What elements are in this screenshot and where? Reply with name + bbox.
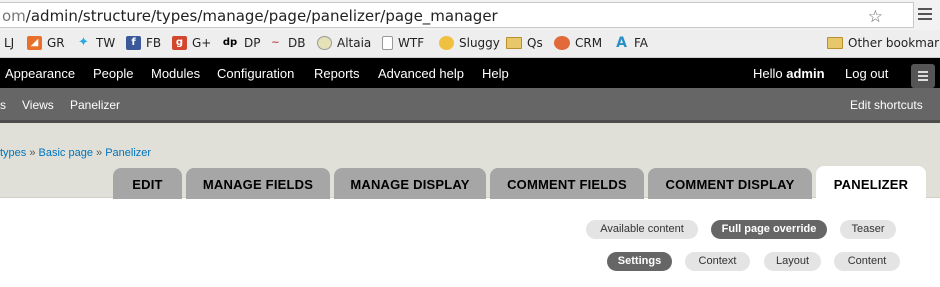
url-text: om/admin/structure/types/manage/page/pan… [2, 7, 498, 25]
tab-edit[interactable]: EDIT [113, 168, 182, 199]
view-mode-teaser[interactable]: Teaser [840, 220, 896, 239]
bookmark-fb[interactable]: f FB [126, 36, 161, 50]
db-icon: ~ [271, 37, 280, 48]
bookmark-lj[interactable]: LJ [4, 36, 14, 50]
toolbar-item-advanced-help[interactable]: Advanced help [378, 66, 464, 81]
toolbar-item-help[interactable]: Help [482, 66, 509, 81]
google-plus-icon: g [172, 36, 187, 50]
bookmark-altaia[interactable]: Altaia [317, 36, 371, 50]
bookmarks-bar: LJ ◢ GR ✦ TW f FB g G+ dp DP ~ DB Altaia… [0, 30, 940, 58]
tab-panelizer[interactable]: PANELIZER [816, 166, 926, 199]
bookmark-tw[interactable]: ✦ TW [76, 35, 116, 51]
crm-icon [554, 36, 570, 50]
sluggy-icon [439, 36, 454, 50]
bookmark-label: GR [47, 36, 65, 50]
username[interactable]: admin [786, 66, 824, 81]
fa-icon: A [616, 35, 627, 51]
subtab-content[interactable]: Content [834, 252, 900, 271]
tab-manage-display[interactable]: MANAGE DISPLAY [334, 168, 486, 199]
subtab-context[interactable]: Context [685, 252, 750, 271]
bookmark-sluggy[interactable]: Sluggy [439, 36, 500, 50]
address-bar-region: om/admin/structure/types/manage/page/pan… [0, 0, 940, 30]
url-field[interactable]: om/admin/structure/types/manage/page/pan… [0, 2, 914, 28]
shortcut-item-partial[interactable]: s [0, 98, 6, 112]
dp-icon: dp [222, 37, 238, 48]
tab-manage-fields[interactable]: MANAGE FIELDS [186, 168, 330, 199]
tab-comment-fields[interactable]: COMMENT FIELDS [490, 168, 644, 199]
facebook-icon: f [126, 36, 141, 50]
bookmark-fa[interactable]: A FA [614, 36, 648, 50]
view-mode-full-page-override[interactable]: Full page override [711, 220, 827, 239]
breadcrumb: types » Basic page » Panelizer [0, 147, 151, 159]
subtab-layout[interactable]: Layout [764, 252, 821, 271]
bookmark-gr[interactable]: ◢ GR [27, 36, 65, 50]
bookmark-label: DB [288, 36, 306, 50]
subtab-settings[interactable]: Settings [607, 252, 672, 271]
breadcrumb-item-types[interactable]: types [0, 147, 26, 159]
toolbar-item-configuration[interactable]: Configuration [217, 66, 294, 81]
bookmark-gplus[interactable]: g G+ [172, 36, 211, 50]
google-reader-icon: ◢ [27, 36, 42, 50]
bookmark-label: FA [634, 36, 649, 50]
bookmark-label: LJ [4, 36, 15, 50]
globe-icon [317, 36, 332, 50]
folder-icon [827, 37, 843, 49]
bookmark-qs[interactable]: Qs [506, 36, 543, 50]
shortcut-item-panelizer[interactable]: Panelizer [70, 98, 120, 112]
breadcrumb-item-panelizer[interactable]: Panelizer [105, 147, 151, 159]
bookmark-label: WTF [398, 36, 425, 50]
other-bookmarks[interactable]: Other bookmarks [827, 36, 940, 50]
view-mode-available-content[interactable]: Available content [586, 220, 698, 239]
page-icon [382, 36, 393, 50]
bookmark-label: G+ [192, 36, 212, 50]
bookmark-label: Altaia [337, 36, 372, 50]
shortcuts-bar [0, 88, 940, 123]
toolbar-item-modules[interactable]: Modules [151, 66, 200, 81]
folder-icon [506, 37, 522, 49]
edit-shortcuts-link[interactable]: Edit shortcuts [850, 98, 923, 112]
other-bookmarks-label: Other bookmarks [848, 36, 940, 50]
toolbar-item-reports[interactable]: Reports [314, 66, 360, 81]
breadcrumb-separator: » [26, 147, 39, 159]
user-greeting: Hello admin [753, 66, 825, 81]
bookmark-star-icon[interactable]: ☆ [868, 7, 883, 27]
bookmark-db[interactable]: ~ DB [268, 36, 305, 50]
shortcut-item-views[interactable]: Views [22, 98, 54, 112]
toolbar-item-appearance[interactable]: Appearance [5, 66, 75, 81]
bookmark-label: FB [146, 36, 162, 50]
url-path: /admin/structure/types/manage/page/panel… [25, 7, 498, 25]
toolbar-toggle-icon[interactable] [911, 64, 935, 88]
bookmark-label: TW [96, 36, 116, 50]
toolbar-item-people[interactable]: People [93, 66, 133, 81]
bookmark-wtf[interactable]: WTF [382, 36, 424, 50]
breadcrumb-item-basic-page[interactable]: Basic page [39, 147, 93, 159]
tab-comment-display[interactable]: COMMENT DISPLAY [648, 168, 812, 199]
bookmark-label: DP [244, 36, 261, 50]
bookmark-label: Sluggy [459, 36, 500, 50]
hello-text: Hello [753, 66, 787, 81]
breadcrumb-separator: » [92, 147, 106, 159]
url-host: om [2, 7, 26, 25]
bookmark-label: Qs [527, 36, 543, 50]
bookmark-label: CRM [575, 36, 603, 50]
twitter-icon: ✦ [78, 35, 89, 50]
bookmark-crm[interactable]: CRM [554, 36, 602, 50]
logout-link[interactable]: Log out [845, 66, 888, 81]
browser-menu-icon[interactable] [918, 5, 932, 23]
bookmark-dp[interactable]: dp DP [221, 36, 261, 50]
